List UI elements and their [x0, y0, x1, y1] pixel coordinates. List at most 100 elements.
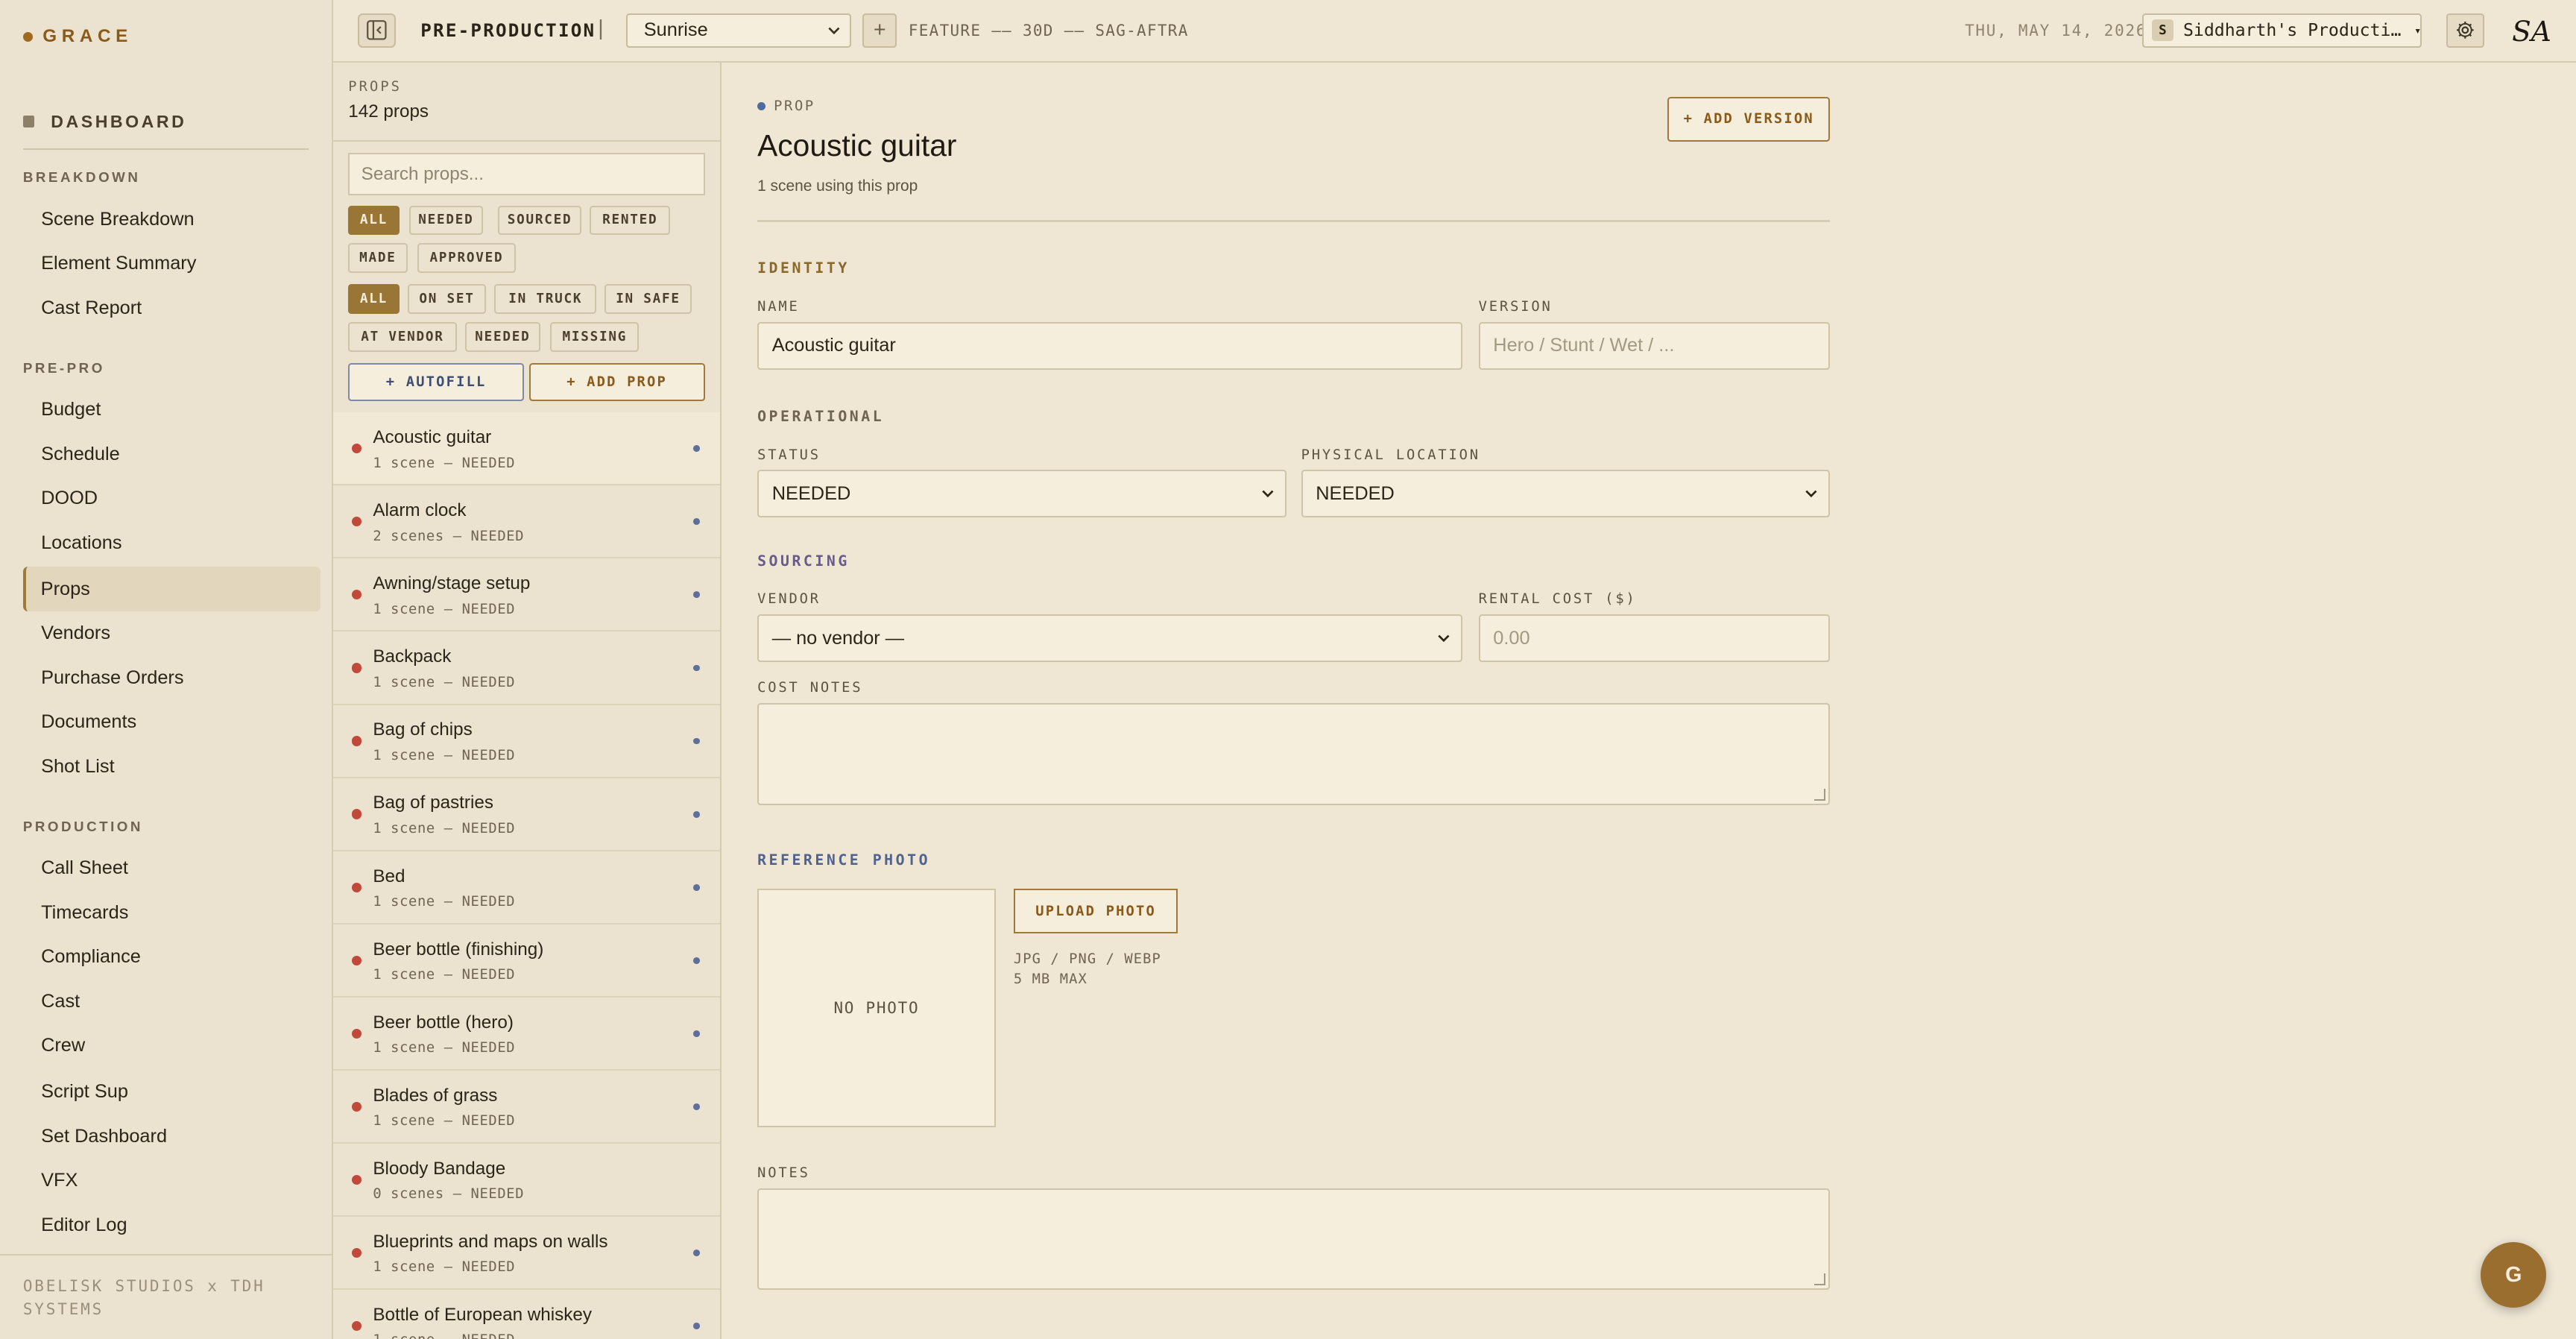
filter-location-in-truck[interactable]: IN TRUCK — [494, 284, 597, 314]
resize-handle-icon[interactable] — [1813, 1273, 1825, 1285]
status-select[interactable]: NEEDED — [757, 470, 1287, 518]
list-item[interactable]: Acoustic guitar 1 scene — NEEDED — [333, 412, 720, 486]
sidebar-item-props[interactable]: Props — [22, 567, 321, 611]
section-sourcing: SOURCING — [757, 552, 850, 570]
status-dot-icon — [351, 809, 362, 819]
props-list-panel: PROPS 142 props Search props... ALL NEED… — [333, 62, 722, 1339]
brand-dot-icon — [22, 31, 34, 42]
plus-icon: + — [873, 18, 886, 42]
list-item[interactable]: Bottle of European whiskey 1 scene — NEED… — [333, 1290, 719, 1339]
sidebar-item-cast-report[interactable]: Cast Report — [23, 286, 321, 331]
chevron-down-icon — [828, 27, 840, 34]
sidebar-toggle-button[interactable] — [358, 13, 397, 48]
list-item[interactable]: Backpack 1 scene — NEEDED — [333, 631, 720, 705]
prop-meta: 1 scene — NEEDED — [373, 893, 516, 910]
prop-name: Beer bottle (finishing) — [373, 939, 544, 960]
settings-button[interactable] — [2446, 13, 2484, 48]
version-field[interactable]: Hero / Stunt / Wet / ... — [1478, 321, 1831, 370]
filter-location-missing[interactable]: MISSING — [550, 321, 640, 352]
brand[interactable]: GRACE — [22, 26, 133, 47]
upload-photo-button[interactable]: UPLOAD PHOTO — [1013, 889, 1178, 933]
filter-location-all[interactable]: ALL — [348, 284, 400, 314]
filter-status-approved[interactable]: APPROVED — [417, 243, 517, 273]
cost-notes-field[interactable] — [757, 703, 1831, 805]
prop-meta: 0 scenes — NEEDED — [373, 1186, 525, 1203]
name-field[interactable]: Acoustic guitar — [757, 321, 1462, 370]
list-item[interactable]: Blueprints and maps on walls 1 scene — NE… — [333, 1217, 720, 1291]
list-item[interactable]: Awning/stage setup 1 scene — NEEDED — [333, 558, 720, 632]
sidebar-item-set-dashboard[interactable]: Set Dashboard — [23, 1114, 321, 1159]
status-dot-icon — [351, 590, 362, 600]
add-prop-button[interactable]: + ADD PROP — [528, 363, 705, 401]
list-item[interactable]: Bag of chips 1 scene — NEEDED — [333, 705, 720, 778]
project-select[interactable]: Sunrise — [625, 13, 851, 48]
chevron-down-icon — [1437, 635, 1450, 643]
filter-location-in-safe[interactable]: IN SAFE — [604, 284, 692, 314]
filter-location-needed[interactable]: NEEDED — [464, 321, 541, 352]
sidebar-item-purchase-orders[interactable]: Purchase Orders — [23, 655, 321, 700]
sidebar-item-schedule[interactable]: Schedule — [23, 432, 321, 477]
list-item[interactable]: Beer bottle (hero) 1 scene — NEEDED — [333, 998, 720, 1071]
sidebar-item-budget[interactable]: Budget — [23, 388, 321, 432]
vendor-select[interactable]: — no vendor — — [757, 614, 1462, 663]
list-item[interactable]: Bloody Bandage 0 scenes — NEEDED — [333, 1144, 720, 1217]
sidebar-item-documents[interactable]: Documents — [23, 700, 321, 745]
sidebar-item-editor-log[interactable]: Editor Log — [23, 1203, 321, 1247]
sidebar-item-vendors[interactable]: Vendors — [23, 611, 321, 656]
list-item[interactable]: Alarm clock 2 scenes — NEEDED — [333, 485, 720, 559]
filter-location-on-set[interactable]: ON SET — [407, 284, 487, 314]
list-item[interactable]: Bed 1 scene — NEEDED — [333, 851, 720, 924]
section-identity: IDENTITY — [757, 259, 850, 277]
sidebar-item-script-sup[interactable]: Script Sup — [23, 1070, 321, 1115]
sidebar-item-dood[interactable]: DOOD — [23, 476, 321, 521]
list-item[interactable]: Bag of pastries 1 scene — NEEDED — [333, 778, 720, 851]
add-project-button[interactable]: + — [862, 13, 897, 48]
prop-name: Alarm clock — [373, 500, 467, 521]
sidebar-item-cast[interactable]: Cast — [23, 980, 321, 1024]
indicator-dot-icon — [693, 518, 700, 526]
filter-status-rented[interactable]: RENTED — [590, 205, 671, 236]
filter-status-made[interactable]: MADE — [348, 243, 408, 273]
list-item[interactable]: Beer bottle (finishing) 1 scene — NEEDED — [333, 924, 720, 998]
sidebar-item-vfx[interactable]: VFX — [23, 1159, 321, 1203]
sidebar-item-dashboard[interactable]: DASHBOARD — [22, 105, 309, 150]
autofill-button[interactable]: + AUTOFILL — [348, 363, 525, 401]
indicator-dot-icon — [693, 1250, 700, 1256]
indicator-dot-icon — [693, 810, 700, 818]
physical-location-value: NEEDED — [1316, 482, 1395, 504]
sidebar-item-locations[interactable]: Locations — [23, 521, 321, 566]
status-label: STATUS — [757, 447, 821, 463]
status-dot-icon — [351, 1101, 362, 1112]
prop-name: Bottle of European whiskey — [373, 1304, 592, 1325]
list-count: 142 props — [348, 101, 429, 122]
notes-field[interactable] — [757, 1188, 1831, 1291]
sidebar-item-compliance[interactable]: Compliance — [23, 935, 321, 980]
prop-name: Bag of pastries — [373, 793, 493, 813]
filter-status-needed[interactable]: NEEDED — [408, 205, 483, 236]
filter-status-sourced[interactable]: SOURCED — [497, 205, 582, 236]
filter-status-all[interactable]: ALL — [348, 205, 400, 236]
filter-location-at-vendor[interactable]: AT VENDOR — [348, 321, 457, 352]
sidebar-item-timecards[interactable]: Timecards — [23, 891, 321, 936]
status-dot-icon — [351, 444, 362, 454]
physical-location-select[interactable]: NEEDED — [1301, 470, 1831, 518]
sidebar-item-element-summary[interactable]: Element Summary — [23, 242, 321, 286]
prop-detail-panel: PROP Acoustic guitar 1 scene using this … — [721, 62, 2576, 1339]
user-avatar[interactable]: SA — [2510, 10, 2553, 52]
sidebar-item-scene-breakdown[interactable]: Scene Breakdown — [23, 197, 321, 242]
prop-name: Blueprints and maps on walls — [373, 1231, 608, 1252]
nav-section-pre-pro: PRE-PRO — [22, 359, 105, 376]
prop-name: Acoustic guitar — [373, 427, 492, 448]
search-input[interactable]: Search props... — [348, 152, 705, 196]
production-switcher[interactable]: S Siddharth's Producti… ▾ — [2142, 13, 2422, 48]
rental-cost-field[interactable]: 0.00 — [1478, 614, 1831, 663]
add-version-button[interactable]: + ADD VERSION — [1667, 97, 1831, 142]
list-item[interactable]: Blades of grass 1 scene — NEEDED — [333, 1071, 720, 1144]
sidebar-item-call-sheet[interactable]: Call Sheet — [23, 846, 321, 891]
sidebar-footer: OBELISK STUDIOS x TDH SYSTEMS — [0, 1253, 334, 1339]
sidebar-item-shot-list[interactable]: Shot List — [23, 744, 321, 789]
indicator-dot-icon — [693, 883, 700, 891]
resize-handle-icon[interactable] — [1813, 789, 1825, 801]
sidebar-item-crew[interactable]: Crew — [23, 1024, 321, 1068]
detail-subtitle: 1 scene using this prop — [757, 177, 918, 195]
